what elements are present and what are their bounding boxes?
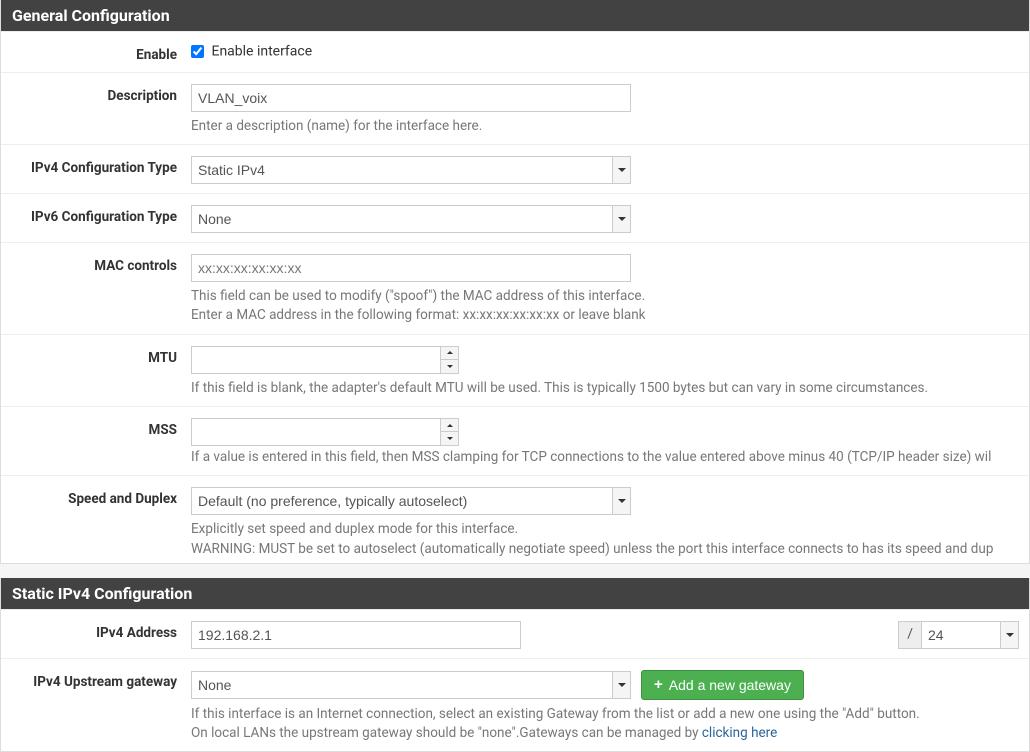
label-ipv4-gateway: IPv4 Upstream gateway xyxy=(1,668,191,690)
label-ipv4-address: IPv4 Address xyxy=(1,619,191,641)
help-mtu: If this field is blank, the adapter's de… xyxy=(191,379,1019,397)
help-gateway-2-text: On local LANs the upstream gateway shoul… xyxy=(191,725,702,741)
help-speed-2: WARNING: MUST be set to autoselect (auto… xyxy=(191,540,1019,558)
row-enable: Enable Enable interface xyxy=(1,31,1029,72)
description-input[interactable] xyxy=(191,84,631,112)
help-description: Enter a description (name) for the inter… xyxy=(191,117,1019,135)
help-mac-1: This field can be used to modify ("spoof… xyxy=(191,287,1019,305)
mss-input[interactable] xyxy=(191,418,459,446)
label-ipv4-type: IPv4 Configuration Type xyxy=(1,154,191,176)
enable-checkbox-label: Enable interface xyxy=(211,43,312,59)
row-mtu: MTU If this field is blank, the adapter'… xyxy=(1,334,1029,406)
label-mtu: MTU xyxy=(1,344,191,366)
ipv4-address-input[interactable] xyxy=(191,621,521,649)
help-mss: If a value is entered in this field, the… xyxy=(191,448,1019,466)
row-ipv4-gateway: IPv4 Upstream gateway None + Add a new g… xyxy=(1,658,1029,751)
mac-input[interactable] xyxy=(191,254,631,282)
row-speed: Speed and Duplex Default (no preference,… xyxy=(1,475,1029,562)
plus-icon: + xyxy=(654,677,663,692)
enable-checkbox-wrapper[interactable]: Enable interface xyxy=(191,43,312,59)
panel-title: General Configuration xyxy=(12,6,170,25)
enable-checkbox[interactable] xyxy=(191,45,204,58)
label-enable: Enable xyxy=(1,41,191,63)
mtu-input[interactable] xyxy=(191,346,459,374)
add-gateway-button-label: Add a new gateway xyxy=(669,677,791,693)
label-mss: MSS xyxy=(1,416,191,438)
help-mac-2: Enter a MAC address in the following for… xyxy=(191,306,1019,324)
help-gateway-2: On local LANs the upstream gateway shoul… xyxy=(191,724,1019,742)
label-ipv6-type: IPv6 Configuration Type xyxy=(1,203,191,225)
row-mss: MSS If a value is entered in this field,… xyxy=(1,406,1029,475)
panel-header-static-ipv4: Static IPv4 Configuration xyxy=(1,578,1029,609)
mask-separator: / xyxy=(898,621,922,649)
ipv4-mask-select[interactable]: 24 xyxy=(921,621,1019,649)
row-mac: MAC controls This field can be used to m… xyxy=(1,242,1029,333)
row-ipv4-type: IPv4 Configuration Type Static IPv4 xyxy=(1,144,1029,193)
row-ipv6-type: IPv6 Configuration Type None xyxy=(1,193,1029,242)
help-speed-1: Explicitly set speed and duplex mode for… xyxy=(191,520,1019,538)
clicking-here-link[interactable]: clicking here xyxy=(702,725,777,741)
ipv4-gateway-select[interactable]: None xyxy=(191,671,631,699)
add-gateway-button[interactable]: + Add a new gateway xyxy=(641,670,804,700)
label-mac: MAC controls xyxy=(1,252,191,274)
panel-header-general: General Configuration xyxy=(1,0,1029,31)
row-description: Description Enter a description (name) f… xyxy=(1,72,1029,144)
help-gateway-1: If this interface is an Internet connect… xyxy=(191,705,1019,723)
panel-general-configuration: General Configuration Enable Enable inte… xyxy=(0,0,1030,564)
panel-title: Static IPv4 Configuration xyxy=(12,584,192,603)
row-ipv4-address: IPv4 Address / 24 xyxy=(1,609,1029,658)
ipv4-type-select[interactable]: Static IPv4 xyxy=(191,156,631,184)
label-speed: Speed and Duplex xyxy=(1,485,191,507)
panel-static-ipv4: Static IPv4 Configuration IPv4 Address /… xyxy=(0,578,1030,752)
label-description: Description xyxy=(1,82,191,104)
speed-select[interactable]: Default (no preference, typically autose… xyxy=(191,487,631,515)
ipv6-type-select[interactable]: None xyxy=(191,205,631,233)
